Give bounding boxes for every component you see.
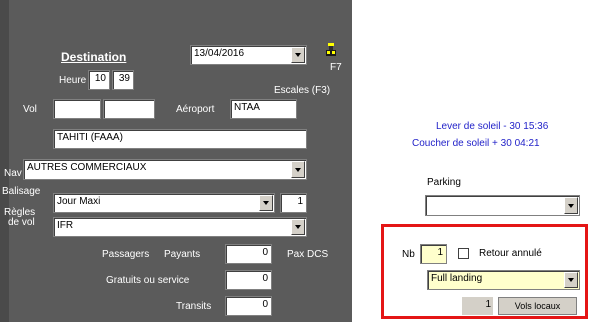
gratuits-input[interactable]: 0 — [225, 270, 272, 290]
chevron-down-icon — [291, 161, 305, 178]
binoculars-icon[interactable] — [325, 43, 337, 59]
chevron-down-icon — [259, 195, 273, 211]
nb-input[interactable]: 1 — [420, 244, 447, 264]
regles-dropdown[interactable]: IFR — [53, 217, 307, 237]
heure-hour-value: 10 — [94, 73, 106, 84]
balisage-count-input[interactable]: 1 — [280, 193, 307, 213]
transits-value: 0 — [262, 299, 268, 310]
landing-count-field: 1 — [462, 297, 493, 315]
landing-count-value: 1 — [485, 299, 491, 310]
gratuits-value: 0 — [262, 273, 268, 284]
regles-label-line2: de vol — [8, 217, 35, 228]
balisage-dropdown[interactable]: Jour Maxi — [53, 193, 275, 213]
transits-input[interactable]: 0 — [225, 296, 272, 316]
payants-value: 0 — [262, 247, 268, 258]
destination-title: Destination — [61, 50, 127, 64]
heure-minute-value: 39 — [118, 73, 130, 84]
balisage-label: Balisage — [2, 186, 41, 197]
date-dropdown[interactable]: 13/04/2016 — [190, 45, 307, 65]
escales-label: Escales (F3) — [274, 85, 331, 96]
aeroport-code-input[interactable]: NTAA — [230, 99, 297, 119]
pax-dcs-label: Pax DCS — [287, 249, 329, 260]
f7-label: F7 — [330, 62, 342, 73]
chevron-down-icon — [564, 272, 578, 288]
nav-value: AUTRES COMMERCIAUX — [27, 162, 147, 173]
passagers-label: Passagers — [102, 249, 150, 260]
heure-hour-input[interactable]: 10 — [88, 70, 110, 90]
nb-value: 1 — [437, 247, 443, 258]
payants-label: Payants — [164, 249, 201, 260]
aeroport-label: Aéroport — [176, 104, 215, 115]
vol-label: Vol — [23, 104, 37, 115]
balisage-value: Jour Maxi — [57, 196, 101, 207]
parking-label: Parking — [427, 177, 461, 188]
heure-minute-input[interactable]: 39 — [112, 70, 134, 90]
vols-locaux-button[interactable]: Vols locaux — [498, 297, 577, 315]
vol-input-number[interactable] — [103, 99, 155, 119]
vol-input-prefix[interactable] — [53, 99, 101, 119]
retour-annule-label[interactable]: Retour annulé — [479, 248, 542, 259]
aeroport-code-value: NTAA — [234, 102, 260, 113]
nav-dropdown[interactable]: AUTRES COMMERCIAUX — [23, 159, 307, 180]
transits-label: Transits — [176, 301, 212, 312]
landing-type-value: Full landing — [431, 273, 483, 284]
chevron-down-icon — [291, 47, 305, 63]
regles-value: IFR — [57, 220, 74, 231]
sunset-text: Coucher de soleil + 30 04:21 — [412, 138, 540, 149]
date-value: 13/04/2016 — [194, 48, 245, 59]
heure-label: Heure — [59, 75, 87, 86]
aeroport-name-field[interactable]: TAHITI (FAAA) — [53, 129, 307, 149]
nav-label: Nav — [4, 168, 22, 179]
chevron-down-icon — [564, 197, 578, 214]
payants-input[interactable]: 0 — [225, 244, 272, 264]
gratuits-label: Gratuits ou service — [106, 275, 190, 286]
parking-dropdown[interactable] — [425, 195, 580, 216]
balisage-count-value: 1 — [297, 196, 303, 207]
nb-label: Nb — [402, 249, 415, 260]
landing-type-dropdown[interactable]: Full landing — [427, 270, 580, 290]
retour-annule-checkbox[interactable] — [458, 248, 469, 259]
chevron-down-icon — [291, 219, 305, 235]
aeroport-name-value: TAHITI (FAAA) — [57, 132, 123, 143]
sunrise-text: Lever de soleil - 30 15:36 — [436, 121, 549, 132]
